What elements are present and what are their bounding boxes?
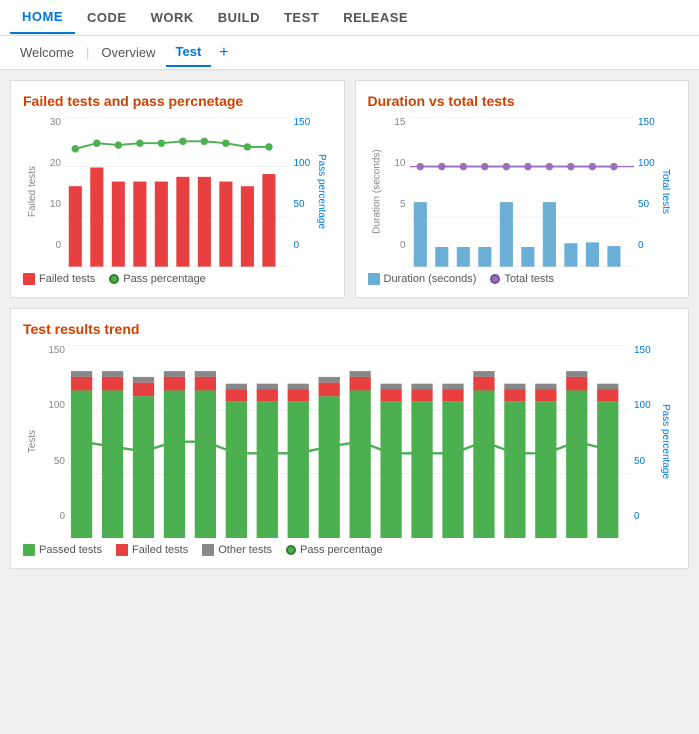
chart-failed-tests: Failed tests and pass percnetage Failed … [10,80,345,298]
legend-passed: Passed tests [23,544,102,556]
legend-failed-tests-label: Failed tests [132,544,188,556]
legend-total-icon [490,274,500,284]
chart3-title: Test results trend [23,321,676,337]
legend-duration-label: Duration (seconds) [384,273,477,285]
top-nav: HOME CODE WORK BUILD TEST RELEASE [0,0,699,36]
sub-overview[interactable]: Overview [91,39,165,66]
legend-duration-icon [368,273,380,285]
chart1-y-left-label: Failed tests [28,166,39,217]
chart1-y-right-axis: 150 100 50 0 [294,117,312,251]
chart2-y-right-label: Total tests [661,169,672,214]
legend-failed: Failed tests [23,273,95,285]
chart2-y-left-label: Duration (seconds) [372,150,383,234]
chart-duration: Duration vs total tests Duration (second… [355,80,690,298]
nav-test[interactable]: TEST [272,2,331,33]
top-chart-row: Failed tests and pass percnetage Failed … [10,80,689,298]
sub-nav: Welcome | Overview Test + [0,36,699,70]
chart1-y-right-label: Pass percentage [316,154,327,229]
legend-passed-icon [23,544,35,556]
chart3-legend: Passed tests Failed tests Other tests Pa… [23,544,676,556]
main-content: Failed tests and pass percnetage Failed … [0,70,699,579]
chart1-svg [65,117,290,267]
chart1-legend: Failed tests Pass percentage [23,273,332,285]
chart2-title: Duration vs total tests [368,93,677,109]
nav-home[interactable]: HOME [10,1,75,34]
legend-pass-label: Pass percentage [123,273,206,285]
legend-total-label: Total tests [504,273,554,285]
sub-welcome[interactable]: Welcome [10,39,84,66]
legend-passed-label: Passed tests [39,544,102,556]
legend-pass-pct-3: Pass percentage [286,544,383,556]
legend-failed-label: Failed tests [39,273,95,285]
legend-pass-pct-label: Pass percentage [300,544,383,556]
chart2-y-right-axis: 150 100 50 0 [638,117,656,251]
legend-pass-pct: Pass percentage [109,273,206,285]
chart3-y-left-axis: 150 100 50 0 [43,345,65,522]
nav-release[interactable]: RELEASE [331,2,420,33]
legend-total-tests: Total tests [490,273,554,285]
legend-duration: Duration (seconds) [368,273,477,285]
legend-other-tests: Other tests [202,544,272,556]
chart1-title: Failed tests and pass percnetage [23,93,332,109]
nav-code[interactable]: CODE [75,2,139,33]
chart3-y-right-axis: 150 100 50 0 [634,345,656,522]
chart2-y-left-axis: 15 10 5 0 [388,117,406,251]
chart3-y-left-label: Tests [28,430,39,453]
sub-test[interactable]: Test [166,38,212,67]
legend-failed-icon [23,273,35,285]
nav-work[interactable]: WORK [139,2,206,33]
sub-add-button[interactable]: + [211,44,236,62]
legend-pass-icon [109,274,119,284]
legend-failed-tests-icon [116,544,128,556]
chart3-y-right-label: Pass percentage [661,404,672,479]
chart-test-results-trend: Test results trend Tests 150 100 50 0 [10,308,689,569]
legend-pass-pct-icon [286,545,296,555]
nav-build[interactable]: BUILD [206,2,272,33]
chart3-svg [69,345,630,538]
sub-separator: | [84,45,91,60]
chart2-svg [410,117,635,267]
chart1-y-left-axis: 30 20 10 0 [43,117,61,251]
legend-other-icon [202,544,214,556]
chart2-legend: Duration (seconds) Total tests [368,273,677,285]
legend-failed-tests: Failed tests [116,544,188,556]
legend-other-label: Other tests [218,544,272,556]
